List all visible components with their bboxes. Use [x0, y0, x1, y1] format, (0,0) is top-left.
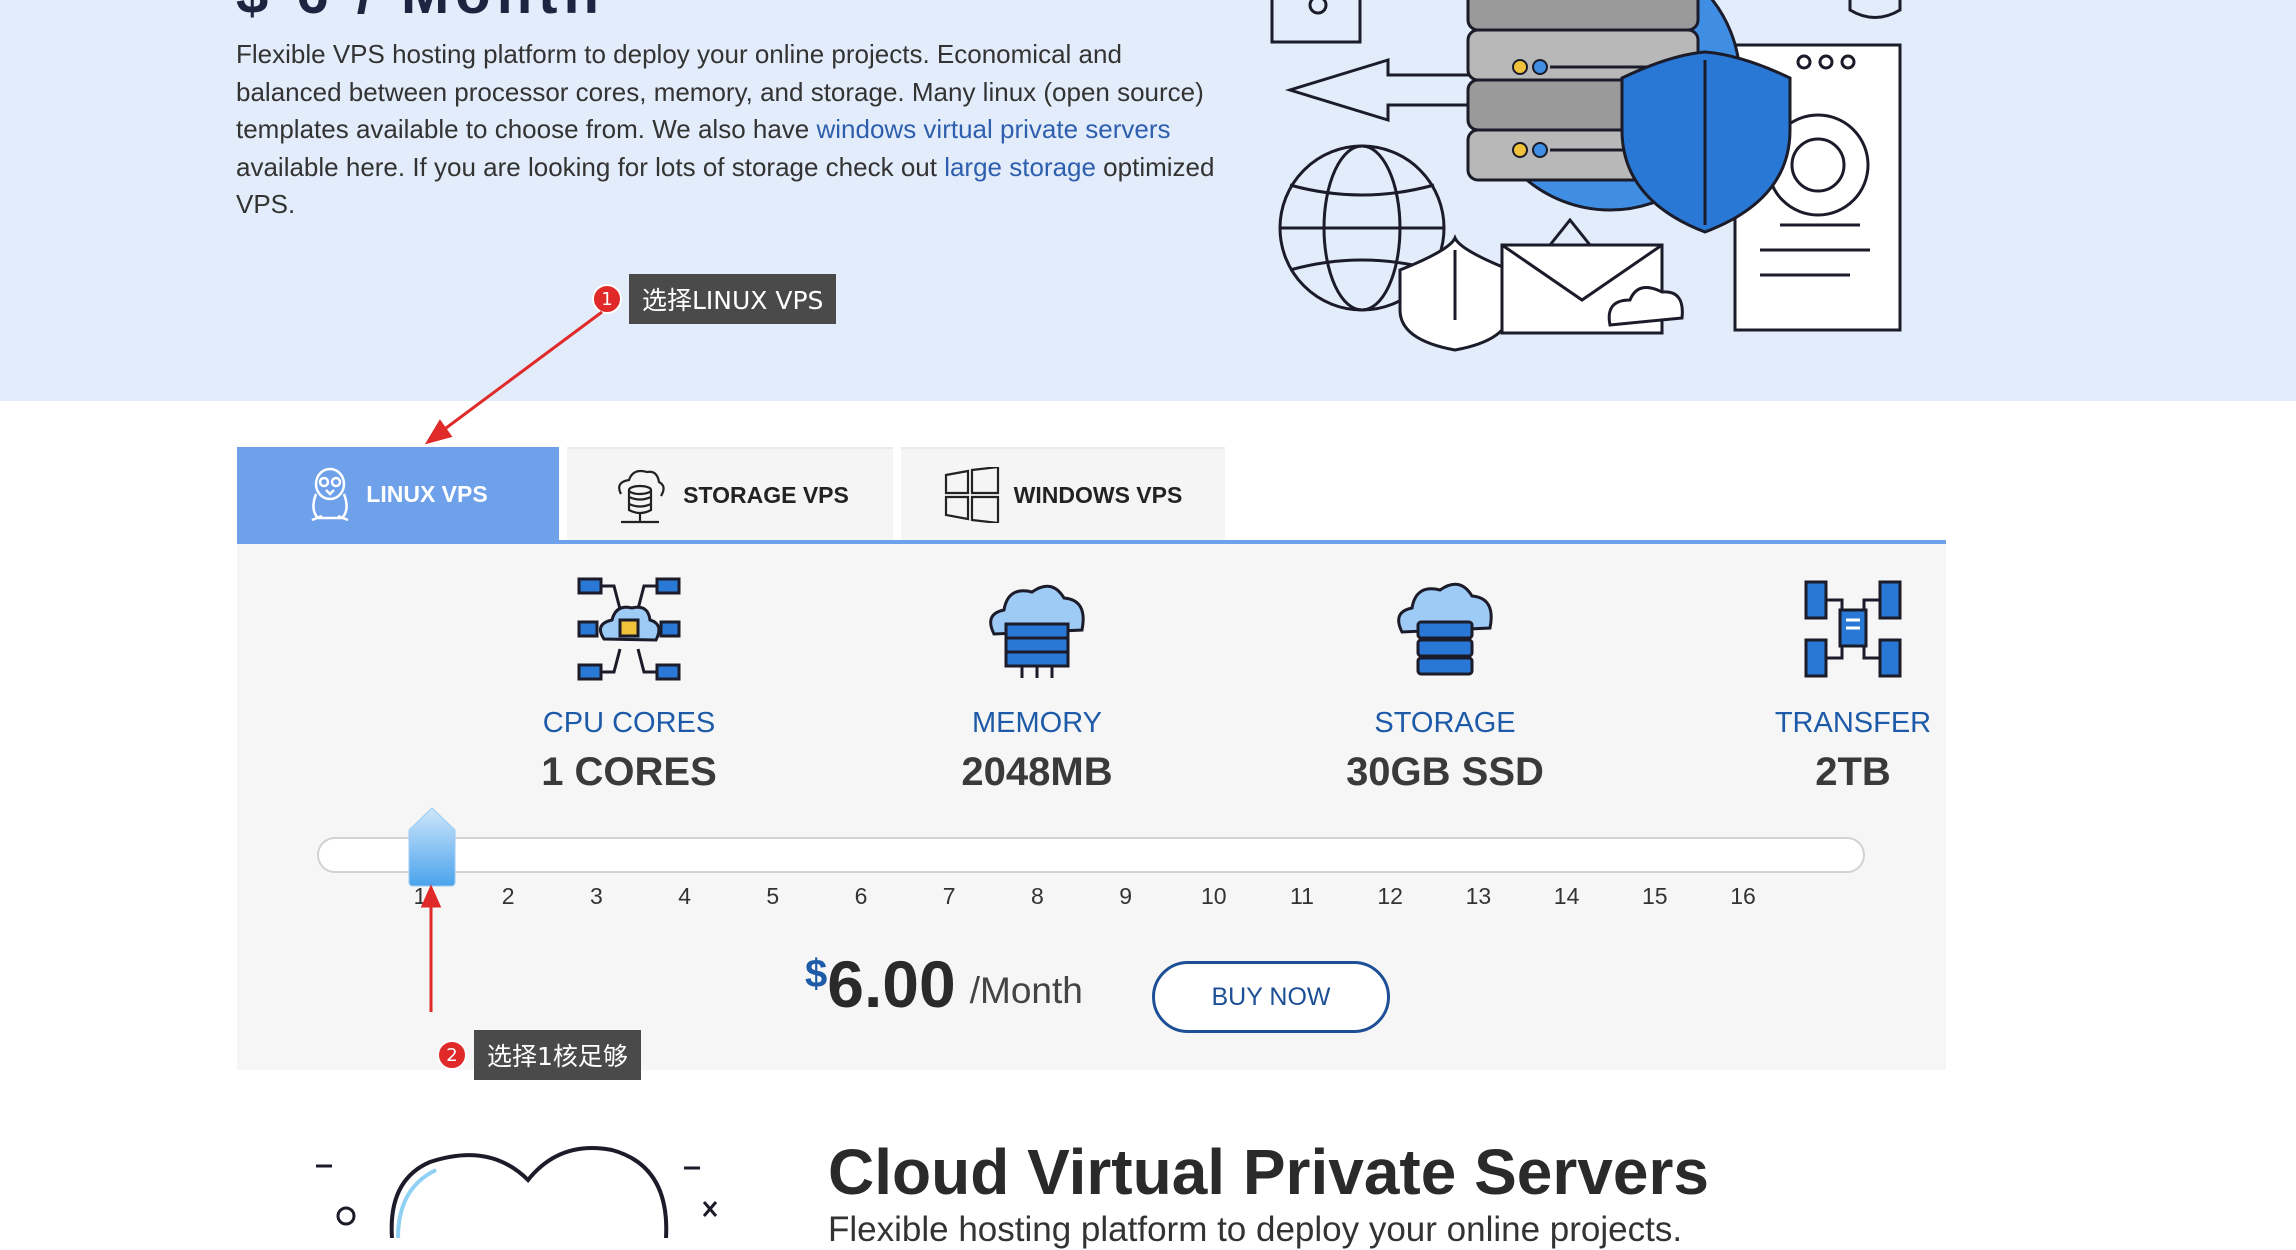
hero-description: Flexible VPS hosting platform to deploy … — [236, 36, 1216, 224]
spec-label: TRANSFER — [1774, 707, 1932, 739]
tab-label: WINDOWS VPS — [1013, 481, 1183, 508]
buy-now-button[interactable]: BUY NOW — [1152, 961, 1390, 1033]
penguin-icon — [311, 467, 349, 522]
annotation-label: 选择1核足够 — [474, 1030, 641, 1080]
spec-value: 2048MB — [961, 750, 1113, 794]
memory-cloud-icon — [989, 584, 1085, 678]
slider-tick-16[interactable]: 16 — [1728, 883, 1758, 910]
slider-tick-11[interactable]: 11 — [1287, 883, 1317, 910]
price-currency: $ — [805, 952, 828, 996]
slider-tick-13[interactable]: 13 — [1463, 883, 1493, 910]
spec-storage: STORAGE 30GB SSD — [1295, 574, 1595, 795]
cloud-illustration — [316, 1146, 718, 1238]
database-icon — [618, 469, 665, 524]
tab-storage-vps[interactable]: STORAGE VPS — [567, 447, 893, 541]
section-subtitle: Flexible hosting platform to deploy your… — [828, 1210, 1683, 1249]
spec-value: 1 CORES — [541, 750, 717, 794]
tab-label: STORAGE VPS — [683, 481, 849, 508]
annotation-1: 1 选择LINUX VPS — [592, 274, 837, 324]
cpu-slider-handle[interactable] — [407, 806, 457, 888]
slider-tick-9[interactable]: 9 — [1111, 883, 1141, 910]
slider-tick-3[interactable]: 3 — [581, 883, 611, 910]
vps-type-tabs: LINUX VPS STORAGE VPS WINDOWS VPS — [237, 447, 1233, 542]
large-storage-link[interactable]: large storage — [944, 152, 1096, 182]
hero-section: $ 6 / Month Flexible VPS hosting platfor… — [0, 0, 2296, 401]
hero-text-part: available here. If you are looking for l… — [236, 151, 945, 182]
tab-windows-vps[interactable]: WINDOWS VPS — [901, 447, 1225, 541]
spec-memory: MEMORY 2048MB — [887, 574, 1187, 795]
spec-cpu: CPU CORES 1 CORES — [479, 574, 779, 795]
slider-tick-4[interactable]: 4 — [670, 883, 700, 910]
price-period: /Month — [969, 970, 1083, 1011]
spec-value: 30GB SSD — [1346, 750, 1544, 794]
slider-tick-6[interactable]: 6 — [846, 883, 876, 910]
slider-tick-12[interactable]: 12 — [1375, 883, 1405, 910]
slider-tick-5[interactable]: 5 — [758, 883, 788, 910]
server-security-illustration — [1270, 0, 1902, 352]
annotation-label: 选择LINUX VPS — [629, 274, 837, 324]
spec-value: 2TB — [1815, 750, 1891, 794]
annotation-badge: 2 — [437, 1040, 467, 1070]
price-display: $ 6.00 /Month — [805, 944, 1083, 1024]
storage-cloud-icon — [1397, 582, 1493, 676]
cpu-slider-track[interactable] — [317, 837, 1865, 873]
spec-transfer: TRANSFER 2TB — [1703, 574, 2003, 795]
slider-tick-8[interactable]: 8 — [1022, 883, 1052, 910]
slider-tick-1[interactable]: 1 — [405, 883, 435, 910]
spec-label: CPU CORES — [542, 707, 716, 739]
spec-label: MEMORY — [972, 707, 1102, 739]
slider-tick-14[interactable]: 14 — [1552, 883, 1582, 910]
tab-label: LINUX VPS — [366, 480, 488, 507]
slider-tick-10[interactable]: 10 — [1199, 883, 1229, 910]
slider-tick-7[interactable]: 7 — [934, 883, 964, 910]
annotation-badge: 1 — [592, 284, 622, 314]
windows-icon — [944, 467, 999, 523]
slider-tick-15[interactable]: 15 — [1640, 883, 1670, 910]
annotation-2: 2 选择1核足够 — [437, 1030, 641, 1080]
tab-linux-vps[interactable]: LINUX VPS — [237, 447, 559, 541]
transfer-icon — [1804, 580, 1902, 678]
section-title: Cloud Virtual Private Servers — [828, 1136, 1709, 1208]
cpu-cloud-icon — [577, 577, 681, 681]
vps-config-panel: CPU CORES 1 CORES MEMORY 2048MB STORAGE — [237, 544, 1946, 1070]
slider-tick-2[interactable]: 2 — [493, 883, 523, 910]
hero-title: $ 6 / Month — [236, 0, 605, 27]
price-amount: 6.00 — [827, 947, 956, 1021]
windows-vps-link[interactable]: windows virtual private servers — [817, 114, 1171, 144]
arrowhead-1 — [424, 419, 453, 445]
spec-label: STORAGE — [1374, 707, 1516, 739]
